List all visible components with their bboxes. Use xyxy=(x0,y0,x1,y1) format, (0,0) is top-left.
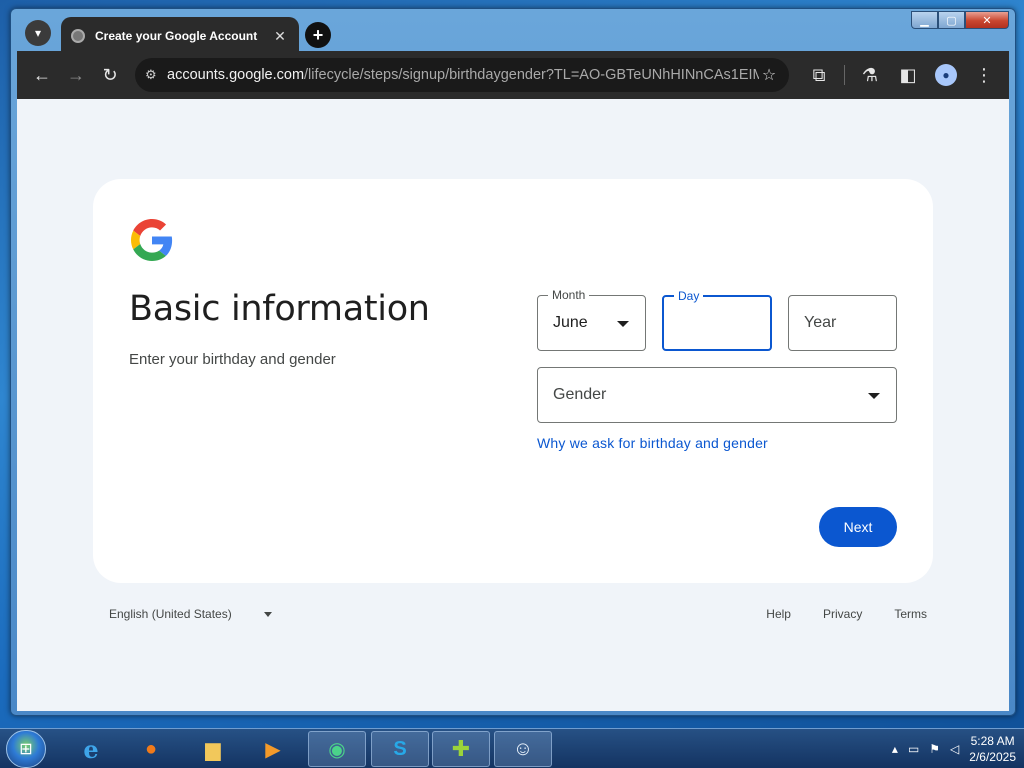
site-info-icon[interactable]: ⚙ xyxy=(145,67,167,83)
plus-app-icon[interactable]: ✚ xyxy=(432,731,490,767)
start-button[interactable]: ⊞ xyxy=(6,730,46,768)
gender-select[interactable]: Gender xyxy=(537,367,897,423)
url-path: /lifecycle/steps/signup/birthdaygender?T… xyxy=(304,67,759,83)
tab-title: Create your Google Account xyxy=(95,29,258,43)
privacy-link[interactable]: Privacy xyxy=(823,607,862,621)
year-placeholder: Year xyxy=(804,314,837,331)
side-panel-icon[interactable]: ◧ xyxy=(891,58,925,92)
month-label: Month xyxy=(548,288,590,302)
forward-icon[interactable]: → xyxy=(59,58,93,92)
month-value: June xyxy=(553,314,588,331)
chevron-down-icon xyxy=(617,321,629,327)
clock-date: 2/6/2025 xyxy=(969,750,1016,764)
tab-create-account[interactable]: Create your Google Account ✕ xyxy=(61,17,299,55)
maximize-button[interactable]: ▢ xyxy=(938,11,965,29)
page-subtitle: Enter your birthday and gender xyxy=(129,351,336,368)
minimize-button[interactable]: ▁ xyxy=(911,11,938,29)
network-icon[interactable]: ▭ xyxy=(908,742,919,756)
day-input[interactable]: Day xyxy=(662,289,772,351)
page-content: Basic information Enter your birthday an… xyxy=(17,99,1009,711)
url-host: accounts.google.com xyxy=(167,67,305,83)
language-value: English (United States) xyxy=(109,607,232,621)
toolbar-actions: ⧉ ⚗ ◧ ● ⋮ xyxy=(802,58,1001,92)
flag-icon[interactable]: ⚑ xyxy=(929,742,940,756)
folder-icon[interactable]: ▆ xyxy=(184,731,242,767)
menu-icon[interactable]: ⋮ xyxy=(967,58,1001,92)
skype-icon[interactable]: S xyxy=(371,731,429,767)
year-input[interactable]: Year xyxy=(788,295,897,351)
user-contact-icon[interactable]: ☺ xyxy=(494,731,552,767)
new-tab-button[interactable]: + xyxy=(305,22,331,48)
globe-icon xyxy=(71,29,85,43)
language-select[interactable]: English (United States) xyxy=(109,607,272,621)
chrome-app-icon[interactable]: ◉ xyxy=(308,731,366,767)
address-bar[interactable]: ⚙ accounts.google.com/lifecycle/steps/si… xyxy=(135,58,789,92)
window-controls: ▁ ▢ ✕ xyxy=(911,11,1009,29)
reload-icon[interactable]: ↻ xyxy=(93,58,127,92)
next-button[interactable]: Next xyxy=(819,507,897,547)
terms-link[interactable]: Terms xyxy=(894,607,927,621)
back-icon[interactable]: ← xyxy=(25,58,59,92)
profile-button[interactable]: ● xyxy=(929,58,963,92)
why-we-ask-link[interactable]: Why we ask for birthday and gender xyxy=(537,435,768,451)
media-player-icon[interactable]: ▶ xyxy=(244,731,302,767)
clock-time: 5:28 AM xyxy=(970,734,1015,748)
volume-muted-icon[interactable]: ◁ xyxy=(950,742,959,756)
bookmark-star-icon[interactable]: ☆ xyxy=(759,65,779,85)
help-link[interactable]: Help xyxy=(766,607,791,621)
footer-links: Help Privacy Terms xyxy=(766,607,927,621)
firefox-icon[interactable]: ● xyxy=(122,731,180,767)
chevron-down-icon xyxy=(868,393,880,399)
tab-close-icon[interactable]: ✕ xyxy=(271,28,289,45)
toolbar-divider xyxy=(844,65,845,85)
extensions-icon[interactable]: ⧉ xyxy=(802,58,836,92)
month-select[interactable]: Month June xyxy=(537,288,646,351)
labs-icon[interactable]: ⚗ xyxy=(853,58,887,92)
day-label: Day xyxy=(674,289,704,303)
tray-expand-icon[interactable]: ▴ xyxy=(892,742,898,756)
tab-search-icon[interactable]: ▾ xyxy=(25,20,51,46)
signup-card: Basic information Enter your birthday an… xyxy=(93,179,933,583)
browser-window: ▁ ▢ ✕ ▾ Create your Google Account ✕ + ←… xyxy=(10,8,1016,716)
internet-explorer-icon[interactable]: e xyxy=(62,731,120,767)
tab-strip: ▾ Create your Google Account ✕ + xyxy=(17,13,885,55)
avatar-icon: ● xyxy=(935,64,957,86)
taskbar: ⊞ e ● ▆ ▶ ◉ S ✚ ☺ ▴ ▭ ⚑ ◁ 5:28 AM 2/6/20… xyxy=(0,728,1024,768)
system-tray: ▴ ▭ ⚑ ◁ 5:28 AM 2/6/2025 xyxy=(892,733,1016,765)
browser-toolbar: ← → ↻ ⚙ accounts.google.com/lifecycle/st… xyxy=(17,51,1009,99)
clock[interactable]: 5:28 AM 2/6/2025 xyxy=(969,733,1016,765)
gender-placeholder: Gender xyxy=(553,386,607,403)
url-text[interactable]: accounts.google.com/lifecycle/steps/sign… xyxy=(167,67,759,83)
footer: English (United States) Help Privacy Ter… xyxy=(17,599,1009,629)
chevron-down-icon xyxy=(263,611,272,617)
google-logo-icon xyxy=(131,219,173,261)
page-title: Basic information xyxy=(129,289,430,329)
close-window-button[interactable]: ✕ xyxy=(965,11,1009,29)
